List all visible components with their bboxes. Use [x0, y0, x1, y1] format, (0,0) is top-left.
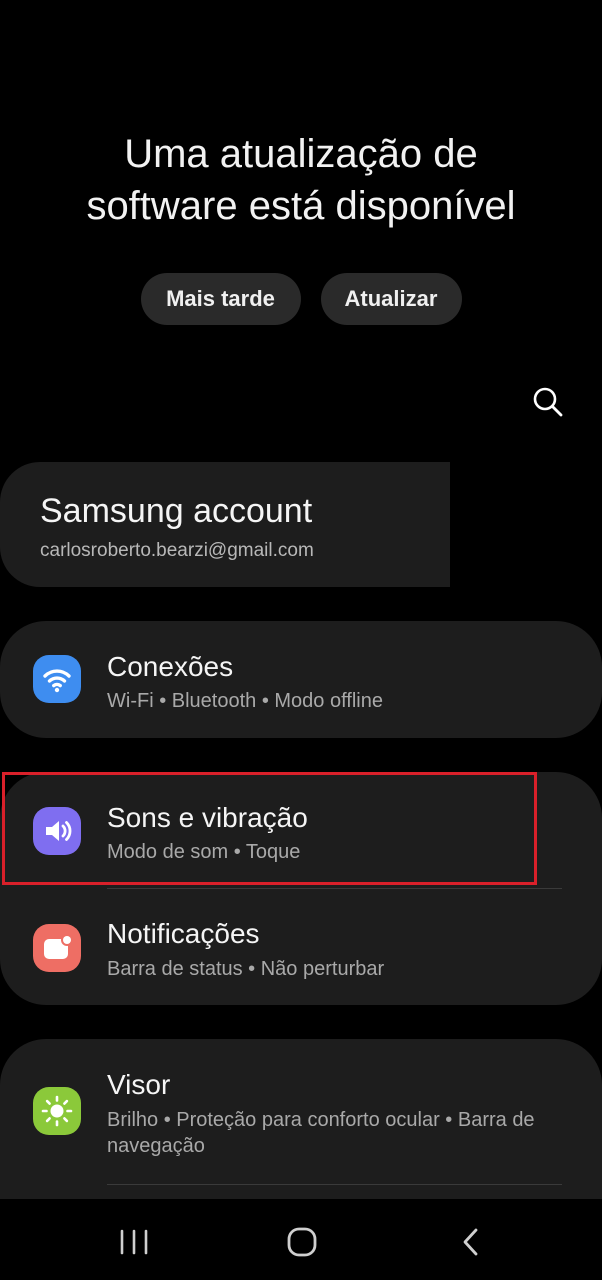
item-title: Conexões	[107, 651, 234, 682]
notification-icon	[33, 924, 81, 972]
divider	[107, 1184, 562, 1185]
back-icon[interactable]	[451, 1222, 491, 1262]
highlight-box	[2, 772, 537, 885]
recent-apps-icon[interactable]	[114, 1222, 154, 1262]
settings-item-notifications[interactable]: Notificações Barra de status • Não pertu…	[0, 889, 602, 1005]
account-name: Samsung account	[40, 492, 313, 530]
update-button[interactable]: Atualizar	[320, 273, 462, 325]
banner-title-line-2: software está disponível	[86, 184, 516, 228]
navigation-bar	[0, 1210, 602, 1270]
brightness-icon	[33, 1087, 81, 1135]
item-title: Notificações	[107, 918, 260, 949]
banner-buttons: Mais tarde Atualizar	[0, 273, 602, 325]
update-banner-title: Uma atualização de software está disponí…	[0, 128, 602, 232]
account-email: carlosroberto.bearzi@gmail.com	[40, 540, 314, 561]
wifi-icon	[33, 655, 81, 703]
banner-title-line-1: Uma atualização de	[124, 132, 478, 176]
later-button[interactable]: Mais tarde	[140, 273, 301, 325]
item-title: Visor	[107, 1069, 171, 1100]
search-icon[interactable]	[530, 384, 566, 420]
settings-item-display[interactable]: Visor Brilho • Proteção para conforto oc…	[0, 1039, 602, 1184]
settings-item-connections[interactable]: Conexões Wi-Fi • Bluetooth • Modo offlin…	[0, 621, 602, 738]
item-subtitle: Brilho • Proteção para conforto ocular •…	[107, 1109, 535, 1157]
home-icon[interactable]	[282, 1222, 322, 1262]
item-subtitle: Wi-Fi • Bluetooth • Modo offline	[107, 690, 383, 712]
item-subtitle: Barra de status • Não perturbar	[107, 958, 385, 980]
